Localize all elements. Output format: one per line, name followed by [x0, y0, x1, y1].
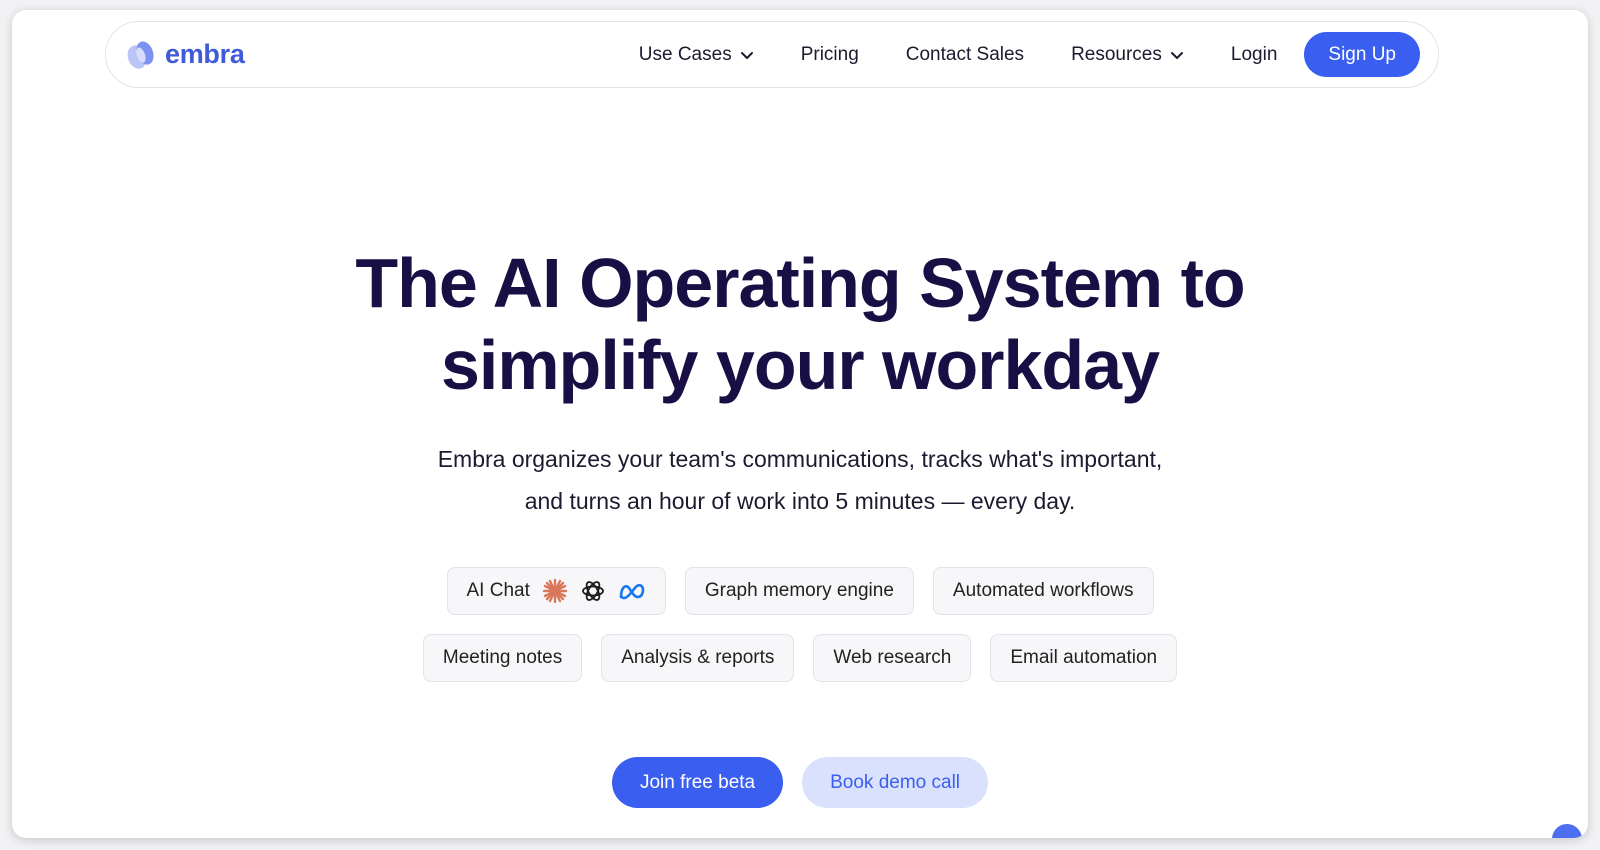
feature-chip-label: Meeting notes — [442, 647, 563, 668]
nav-use-cases-label: Use Cases — [638, 43, 732, 65]
feature-chip-label: AI Chat — [466, 580, 530, 601]
nav-login-label: Login — [1230, 43, 1278, 65]
nav-use-cases[interactable]: Use Cases — [639, 44, 754, 66]
feature-chip-label: Automated workflows — [952, 580, 1134, 601]
brand-logo[interactable]: embra — [124, 38, 245, 72]
embra-logo-icon — [127, 40, 154, 69]
brand-name: embra — [165, 39, 245, 69]
hero-title: The AI Operating System to simplify your… — [12, 242, 1588, 406]
hero-subtitle-line2: and turns an hour of work into 5 minutes… — [524, 488, 1076, 514]
feature-chip-label: Analysis & reports — [621, 647, 775, 668]
feature-chip-email-automation: Email automation — [990, 634, 1178, 682]
feature-chips-row-1: AI Chat Graph memory engine Automated wo… — [12, 567, 1588, 615]
hero-title-line1: The AI Operating System to — [355, 244, 1245, 322]
feature-chip-ai-chat: AI Chat — [446, 567, 666, 615]
join-free-beta-button[interactable]: Join free beta — [611, 757, 784, 808]
feature-chip-analysis-reports: Analysis & reports — [601, 634, 795, 682]
book-demo-call-button[interactable]: Book demo call — [802, 757, 989, 808]
feature-chip-label: Email automation — [1010, 647, 1158, 668]
top-navigation: embra Use Cases Pricing Contact Sales Re… — [105, 21, 1439, 88]
nav-links: Use Cases Pricing Contact Sales Resource… — [639, 32, 1420, 77]
feature-chip-meeting-notes: Meeting notes — [422, 634, 583, 682]
anthropic-icon — [542, 578, 568, 604]
feature-chip-automated-workflows: Automated workflows — [932, 567, 1154, 615]
ai-provider-icons — [542, 578, 646, 604]
chevron-down-icon — [740, 51, 753, 59]
cta-buttons: Join free beta Book demo call — [12, 757, 1588, 808]
nav-login[interactable]: Login — [1231, 44, 1278, 66]
nav-resources-label: Resources — [1071, 43, 1162, 65]
chat-widget-icon[interactable] — [1552, 824, 1582, 838]
feature-chip-web-research: Web research — [813, 634, 972, 682]
openai-icon — [581, 581, 604, 601]
meta-icon — [619, 583, 645, 600]
nav-contact-sales[interactable]: Contact Sales — [906, 44, 1024, 66]
nav-pricing[interactable]: Pricing — [801, 44, 859, 66]
feature-chip-label: Graph memory engine — [704, 580, 894, 601]
feature-chip-graph-memory: Graph memory engine — [684, 567, 914, 615]
nav-contact-sales-label: Contact Sales — [905, 43, 1025, 65]
nav-resources[interactable]: Resources — [1071, 44, 1184, 66]
feature-chips-row-2: Meeting notes Analysis & reports Web res… — [12, 634, 1588, 682]
hero-subtitle: Embra organizes your team's communicatio… — [12, 438, 1588, 522]
feature-chip-label: Web research — [833, 647, 952, 668]
browser-window: embra Use Cases Pricing Contact Sales Re… — [12, 10, 1588, 838]
hero-title-line2: simplify your workday — [440, 326, 1160, 404]
nav-pricing-label: Pricing — [800, 43, 859, 65]
chevron-down-icon — [1170, 51, 1183, 59]
signup-button[interactable]: Sign Up — [1304, 32, 1420, 77]
hero-subtitle-line1: Embra organizes your team's communicatio… — [437, 446, 1163, 472]
